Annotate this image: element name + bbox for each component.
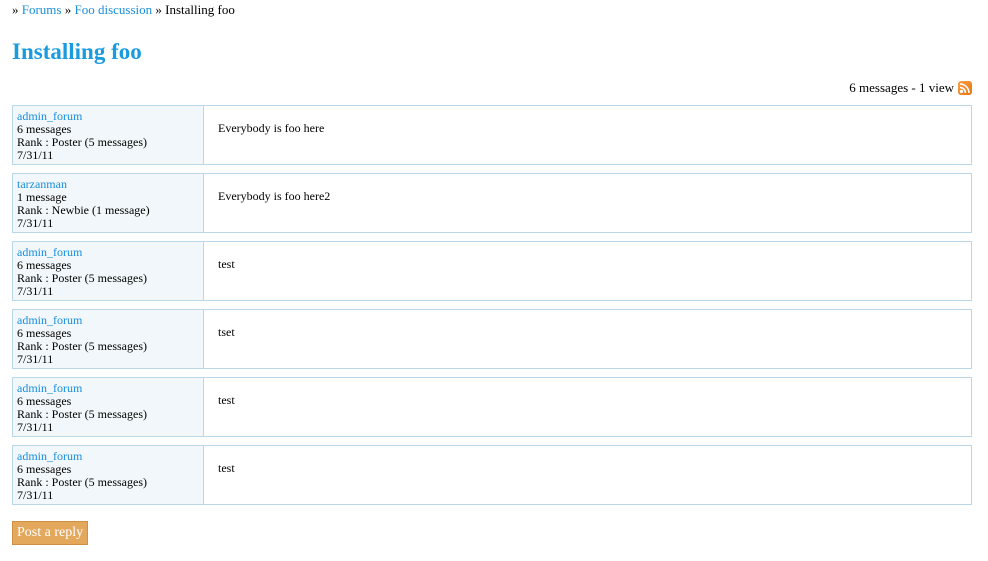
post-date: 7/31/11 — [17, 420, 54, 434]
breadcrumb-forums-link[interactable]: Forums — [22, 2, 62, 17]
breadcrumb-separator: » — [155, 2, 162, 17]
post-author-info: admin_forum 6 messages Rank : Poster (5 … — [13, 106, 204, 164]
post-date: 7/31/11 — [17, 352, 54, 366]
author-link[interactable]: tarzanman — [17, 177, 67, 191]
post-reply-button[interactable]: Post a reply — [12, 521, 89, 545]
rss-feed-icon[interactable] — [958, 81, 972, 95]
post: admin_forum 6 messages Rank : Poster (5 … — [12, 377, 972, 437]
post-author-info: admin_forum 6 messages Rank : Poster (5 … — [13, 378, 204, 436]
post: admin_forum 6 messages Rank : Poster (5 … — [12, 445, 972, 505]
post: admin_forum 6 messages Rank : Poster (5 … — [12, 241, 972, 301]
author-link[interactable]: admin_forum — [17, 449, 82, 463]
post-content: test — [218, 461, 235, 475]
post: admin_forum 6 messages Rank : Poster (5 … — [12, 309, 972, 369]
author-link[interactable]: admin_forum — [17, 109, 82, 123]
topic-stats: 6 messages - 1 view — [849, 79, 972, 97]
author-link[interactable]: admin_forum — [17, 245, 82, 259]
post-content: test — [218, 393, 235, 407]
message-view-count: 6 messages - 1 view — [849, 80, 954, 95]
post-content: test — [218, 257, 235, 271]
post-author-info: admin_forum 6 messages Rank : Poster (5 … — [13, 242, 204, 300]
author-link[interactable]: admin_forum — [17, 313, 82, 327]
post-author-info: admin_forum 6 messages Rank : Poster (5 … — [13, 446, 204, 504]
breadcrumb-category-link[interactable]: Foo discussion — [74, 2, 152, 17]
breadcrumb-separator: » — [12, 2, 19, 17]
breadcrumb-current: Installing foo — [165, 2, 235, 17]
post-date: 7/31/11 — [17, 284, 54, 298]
breadcrumb: » Forums » Foo discussion » Installing f… — [12, 2, 235, 18]
post-date: 7/31/11 — [17, 148, 54, 162]
breadcrumb-separator: » — [64, 2, 72, 17]
post-list: admin_forum 6 messages Rank : Poster (5 … — [12, 105, 972, 513]
post: admin_forum 6 messages Rank : Poster (5 … — [12, 105, 972, 165]
page-title: Installing foo — [12, 39, 142, 64]
author-link[interactable]: admin_forum — [17, 381, 82, 395]
post-content: Everybody is foo here — [218, 121, 325, 135]
post-content: Everybody is foo here2 — [218, 189, 331, 203]
post-date: 7/31/11 — [17, 216, 54, 230]
post-date: 7/31/11 — [17, 488, 54, 502]
post-content: tset — [218, 325, 235, 339]
post-author-info: admin_forum 6 messages Rank : Poster (5 … — [13, 310, 204, 368]
post-author-info: tarzanman 1 message Rank : Newbie (1 mes… — [13, 174, 204, 232]
post: tarzanman 1 message Rank : Newbie (1 mes… — [12, 173, 972, 233]
